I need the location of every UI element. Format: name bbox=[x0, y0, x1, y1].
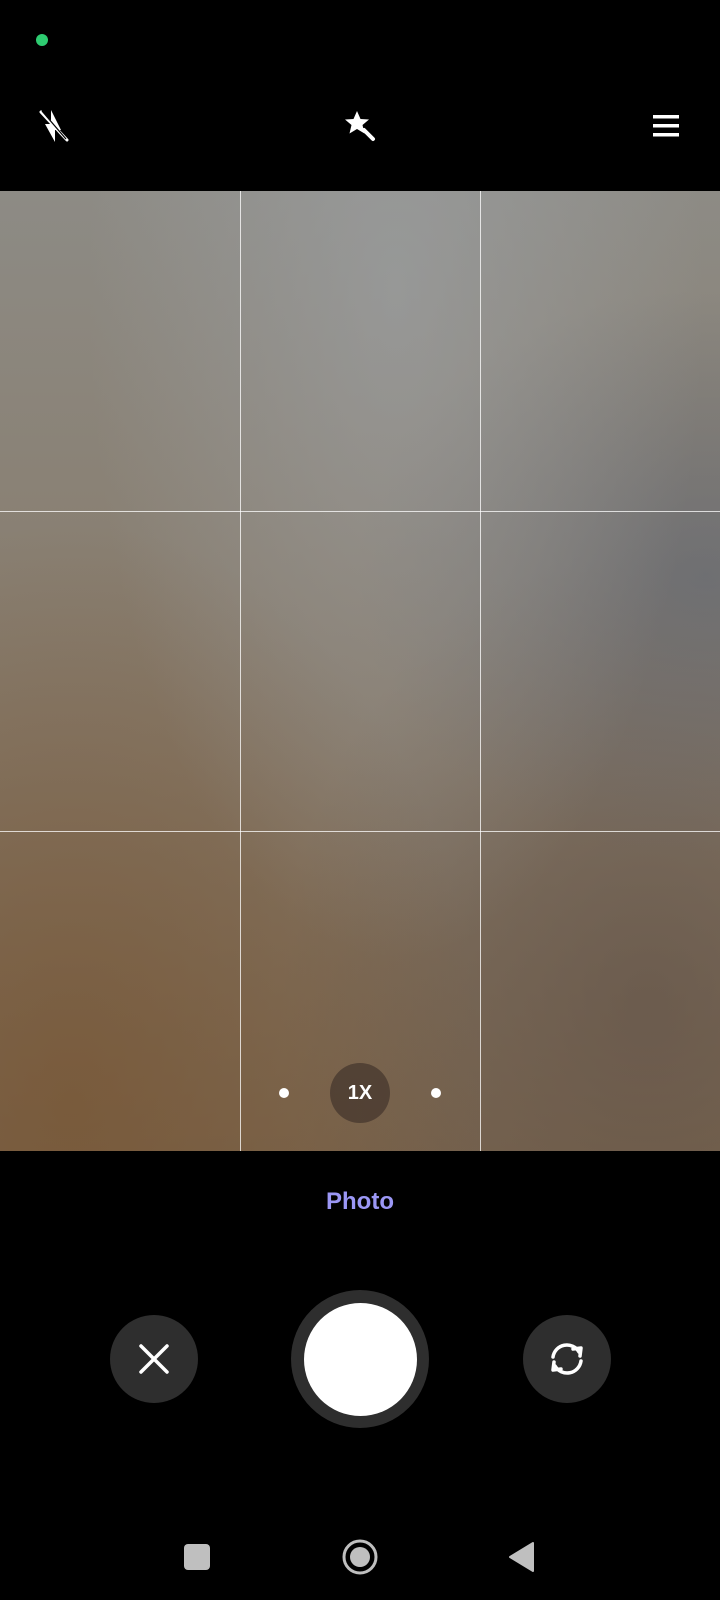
zoom-level-button[interactable]: 1X bbox=[330, 1063, 390, 1123]
back-button[interactable] bbox=[500, 1535, 544, 1579]
mode-photo[interactable]: Photo bbox=[0, 1188, 720, 1216]
zoom-option-wide[interactable] bbox=[279, 1088, 289, 1098]
shutter-button-core bbox=[303, 1302, 417, 1416]
grid-line bbox=[0, 511, 720, 512]
magic-wand-star-icon[interactable] bbox=[340, 106, 380, 146]
grid-line bbox=[480, 191, 481, 1151]
camera-in-use-indicator bbox=[36, 34, 48, 46]
close-icon bbox=[139, 1344, 169, 1374]
cancel-button[interactable] bbox=[110, 1315, 198, 1403]
home-button[interactable] bbox=[338, 1535, 382, 1579]
camera-viewfinder[interactable]: 1X bbox=[0, 191, 720, 1151]
hamburger-menu-icon[interactable] bbox=[646, 106, 686, 146]
square-icon bbox=[184, 1544, 210, 1570]
switch-camera-button[interactable] bbox=[523, 1315, 611, 1403]
recents-button[interactable] bbox=[175, 1535, 219, 1579]
flash-off-icon[interactable] bbox=[34, 106, 74, 146]
zoom-level-label: 1X bbox=[347, 1081, 373, 1104]
grid-line bbox=[240, 191, 241, 1151]
triangle-back-icon bbox=[509, 1542, 534, 1572]
shutter-button[interactable] bbox=[291, 1290, 429, 1428]
grid-line bbox=[0, 831, 720, 832]
zoom-option-tele[interactable] bbox=[431, 1088, 441, 1098]
mode-label: Photo bbox=[326, 1188, 394, 1215]
switch-camera-icon bbox=[551, 1343, 583, 1375]
circle-home-icon bbox=[342, 1539, 378, 1575]
camera-app: 1X Photo bbox=[0, 0, 720, 1600]
